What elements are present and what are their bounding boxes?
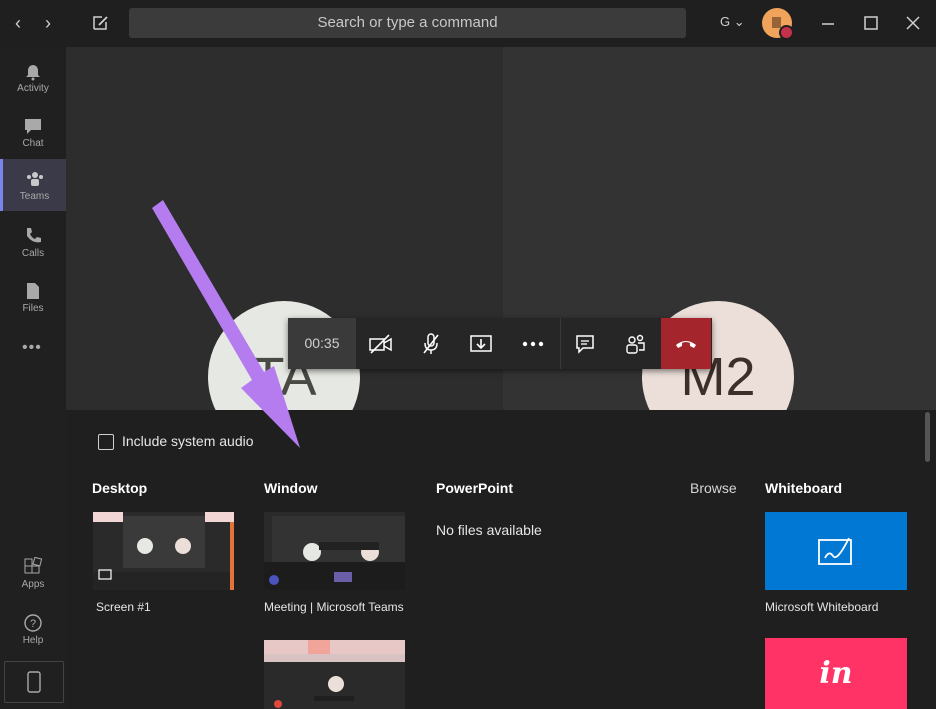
chat-icon [25, 119, 41, 134]
more-icon [522, 341, 544, 346]
rail-item-help[interactable]: ? Help [0, 603, 66, 655]
scrollbar[interactable] [925, 412, 930, 462]
svg-text:?: ? [30, 618, 36, 630]
thumbnail-caption: Meeting | Microsoft Teams [264, 600, 404, 614]
device-button[interactable] [4, 661, 64, 703]
chevron-down-icon: ⌄ [733, 14, 745, 29]
show-conversation-button[interactable] [560, 318, 610, 369]
whiteboard-icon [818, 537, 852, 565]
rail-item-apps[interactable]: Apps [0, 547, 66, 599]
browse-link[interactable]: Browse [690, 480, 737, 496]
mute-button[interactable] [406, 318, 456, 369]
more-apps-icon[interactable]: ••• [22, 339, 42, 357]
participants-icon [626, 334, 645, 354]
window-preview [264, 640, 405, 709]
window-thumbnail[interactable] [264, 512, 405, 590]
file-icon [27, 283, 39, 299]
call-controls: 00:35 [288, 318, 712, 369]
mic-off-icon [423, 332, 439, 354]
camera-off-button[interactable] [356, 318, 406, 369]
rail-item-chat[interactable]: Chat [0, 106, 66, 158]
thumbnail-caption: Microsoft Whiteboard [765, 600, 879, 614]
desktop-thumbnail[interactable] [93, 512, 234, 590]
chat-icon [576, 334, 594, 354]
hang-up-button[interactable] [661, 318, 711, 369]
maximize-icon[interactable] [860, 12, 882, 34]
microsoft-whiteboard-tile[interactable] [765, 512, 907, 590]
app-bar: Activity Chat Teams Calls Files ••• Apps… [0, 47, 66, 709]
rail-item-teams[interactable]: Teams [0, 159, 66, 211]
phone-icon [27, 228, 41, 243]
rail-item-calls[interactable]: Calls [0, 216, 66, 268]
search-input[interactable]: Search or type a command [129, 8, 686, 38]
avatar[interactable] [762, 8, 794, 40]
rail-label: Teams [19, 191, 50, 202]
presence-busy-icon [779, 25, 794, 40]
mobile-device-icon [27, 671, 41, 693]
section-heading-window: Window [264, 480, 318, 496]
rail-label: Help [22, 635, 44, 646]
thumbnail-caption: Screen #1 [96, 600, 151, 614]
more-actions-button[interactable] [508, 318, 558, 369]
show-participants-button[interactable] [610, 318, 660, 369]
close-icon[interactable] [902, 12, 924, 34]
window-thumbnail[interactable] [264, 640, 405, 709]
camera-off-icon [369, 333, 392, 354]
org-initial: G [720, 14, 731, 29]
include-system-audio-checkbox[interactable] [98, 434, 114, 450]
compose-icon[interactable] [90, 12, 112, 34]
title-bar: ‹ › Search or type a command G ⌄ [0, 0, 936, 47]
rail-label: Apps [21, 579, 45, 590]
invision-logo: in [819, 656, 853, 691]
share-tray-button[interactable] [456, 318, 506, 369]
rail-label: Chat [22, 138, 44, 149]
screen-preview [93, 512, 234, 590]
minimize-icon[interactable] [817, 12, 839, 34]
rail-label: Activity [17, 83, 49, 94]
teams-icon [26, 172, 43, 186]
section-heading-desktop: Desktop [92, 480, 148, 496]
help-icon: ? [24, 614, 42, 632]
section-heading-whiteboard: Whiteboard [765, 480, 842, 496]
section-heading-powerpoint: PowerPoint [436, 480, 514, 496]
forward-arrow-icon[interactable]: › [38, 12, 58, 34]
org-switcher[interactable]: G ⌄ [720, 14, 745, 30]
hang-up-icon [676, 340, 696, 348]
bell-icon [26, 65, 40, 81]
powerpoint-empty-text: No files available [436, 522, 542, 538]
rail-item-files[interactable]: Files [0, 271, 66, 323]
window-preview [264, 512, 405, 590]
back-arrow-icon[interactable]: ‹ [8, 12, 28, 34]
apps-icon [24, 557, 43, 574]
invision-tile[interactable]: in [765, 638, 907, 709]
share-screen-icon [470, 334, 492, 352]
rail-label: Files [22, 303, 44, 314]
call-timer: 00:35 [288, 318, 356, 369]
include-system-audio-label: Include system audio [122, 433, 254, 449]
rail-label: Calls [21, 248, 45, 259]
rail-item-activity[interactable]: Activity [0, 51, 66, 103]
